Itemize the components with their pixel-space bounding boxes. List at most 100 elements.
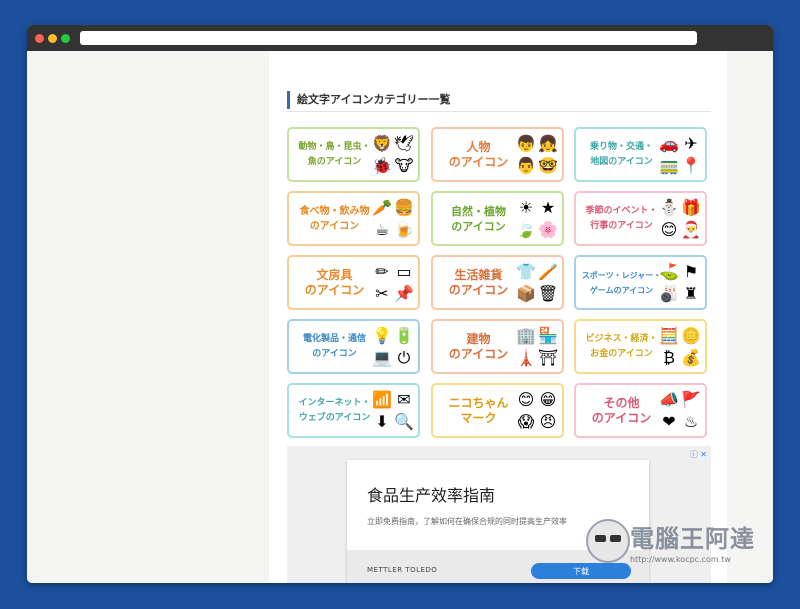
category-icon-group: 🥕 🍔 ☕ 🍺 [371,197,415,241]
category-label: 電化製品・通信 のアイコン [302,333,366,359]
pushpin-icon: 📌 [394,284,414,303]
money-bag-icon: 💰 [681,348,701,367]
snowman-icon: ⛄ [659,198,679,217]
category-card[interactable]: ニコちゃん マーク 😊 😁 😱 😠 [431,383,564,438]
title-bar [27,25,773,51]
maximize-window-button[interactable] [61,34,70,43]
angry-face-icon: 😠 [539,412,557,431]
leaf-icon: 🍃 [516,220,536,239]
calculator-icon: 🧮 [659,326,679,345]
glasses-man-icon: 🤓 [538,156,558,175]
address-bar[interactable] [80,31,697,45]
grin-icon: 😁 [539,390,557,409]
airplane-icon: ✈ [684,134,698,153]
category-card[interactable]: 電化製品・通信 のアイコン 💡 🔋 💻 ⏻ [287,319,420,374]
wifi-icon: 📶 [372,390,392,409]
flag-icon: ⚑ [683,262,699,281]
flower-icon: 🌸 [538,220,558,239]
category-label: 文房具 のアイコン [304,267,365,297]
category-card[interactable]: その他 のアイコン 📣 🚩 ❤ ♨ [574,383,707,438]
category-card[interactable]: 自然・植物 のアイコン ☀ ★ 🍃 🌸 [431,191,564,246]
sun-icon: ☀ [518,198,534,217]
trash-can-icon: 🗑 [537,284,559,303]
category-icon-group: ⛳ ⚑ 🎳 ♜ [658,261,702,305]
category-icon-group: 👦 👧 👨 🤓 [515,133,559,177]
category-icon-group: 🏢 🏪 🗼 ⛩ [515,325,559,369]
carrot-icon: 🥕 [372,198,392,217]
minimize-window-button[interactable] [48,34,57,43]
battery-icon: 🔋 [394,326,414,345]
ladybug-icon: 🐞 [372,156,392,175]
category-card[interactable]: 人物 のアイコン 👦 👧 👨 🤓 [431,127,564,182]
category-card[interactable]: ビジネス・経済・ お金のアイコン 🧮 🪙 ₿ 💰 [574,319,707,374]
gift-icon: 🎁 [681,198,701,217]
title-divider [287,111,711,112]
shocked-face-icon: 😱 [517,412,535,431]
category-label: 生活雑貨 のアイコン [448,267,509,297]
category-card[interactable]: インターネット・ ウェブのアイコン 📶 ✉ ⬇ 🔍 [287,383,420,438]
scissors-icon: ✂ [375,284,389,303]
watermark-url: http://www.kocpc.com.tw [630,555,731,564]
category-icon-group: 💡 🔋 💻 ⏻ [371,325,415,369]
beer-mug-icon: 🍺 [394,220,414,239]
man-face-icon: 👨 [516,156,536,175]
category-label: ニコちゃん マーク [448,395,509,425]
category-label: 乗り物・交通・ 地図のアイコン [589,141,653,167]
hanger-icon: 👕 [516,262,536,281]
category-icon-group: 🧮 🪙 ₿ 💰 [658,325,702,369]
torii-gate-icon: ⛩ [537,348,559,367]
ad-choices-icon[interactable]: ⓘ ✕ [690,449,707,460]
heart-icon: ❤ [662,412,676,431]
category-label: ビジネス・経済・ お金のアイコン [585,333,658,359]
magnifier-icon: 🔍 [394,412,414,431]
office-building-icon: 🏢 [516,326,536,345]
watermark: 電腦王阿達 http://www.kocpc.com.tw [580,515,785,575]
category-icon-group: ☀ ★ 🍃 🌸 [515,197,559,241]
gold-bar-icon: 🪙 [681,326,701,345]
category-card[interactable]: 季節のイベント・ 行事のアイコン ⛄ 🎁 😊 🎅 [574,191,707,246]
category-card[interactable]: 建物 のアイコン 🏢 🏪 🗼 ⛩ [431,319,564,374]
category-icon-group: 📣 🚩 ❤ ♨ [658,389,702,433]
category-card[interactable]: 文房具 のアイコン ✏ ▭ ✂ 📌 [287,255,420,310]
kid-face-icon: 😊 [660,220,678,239]
ad-description: 立即免费指南，了解如何在确保合规的同时提高生产效率 [367,517,567,526]
close-window-button[interactable] [35,34,44,43]
pennant-flag-icon: 🚩 [681,390,701,409]
mascot-logo-icon [586,519,630,563]
category-card[interactable]: 動物・鳥・昆虫・ 魚のアイコン 🦁 🕊 🐞 🐮 [287,127,420,182]
category-label: スポーツ・レジャー・ ゲームのアイコン [581,270,662,295]
shop-icon: 🏪 [538,326,558,345]
lightbulb-icon: 💡 [372,326,392,345]
category-icon-group: 🦁 🕊 🐞 🐮 [371,133,415,177]
lion-icon: 🦁 [372,134,392,153]
category-card[interactable]: 乗り物・交通・ 地図のアイコン 🚗 ✈ 🚃 📍 [574,127,707,182]
category-label: 人物 のアイコン [448,139,509,169]
watermark-text: 電腦王阿達 [630,525,755,553]
category-label: 自然・植物 のアイコン [451,204,506,233]
category-icon-group: 👕 🪥 📦 🗑 [515,261,559,305]
star-icon: ★ [540,198,556,217]
category-icon-group: ⛄ 🎁 😊 🎅 [658,197,702,241]
category-label: その他 のアイコン [591,395,652,425]
golf-club-icon: ⛳ [659,262,679,281]
category-label: 食べ物・飲み物 のアイコン [299,205,370,232]
car-icon: 🚗 [659,134,679,153]
santa-icon: 🎅 [681,220,701,239]
cow-icon: 🐮 [394,156,414,175]
megaphone-icon: 📣 [659,390,679,409]
pencil-icon: ✏ [375,262,389,281]
browser-window: 絵文字アイコンカテゴリー一覧 動物・鳥・昆虫・ 魚のアイコン 🦁 🕊 🐞 🐮 人物 のアイ… [27,25,773,583]
boy-face-icon: 👦 [516,134,536,153]
eraser-icon: ▭ [396,262,412,281]
category-card[interactable]: 生活雑貨 のアイコン 👕 🪥 📦 🗑 [431,255,564,310]
hamburger-icon: 🍔 [394,198,414,217]
category-card[interactable]: スポーツ・レジャー・ ゲームのアイコン ⛳ ⚑ 🎳 ♜ [574,255,707,310]
ad-title[interactable]: 食品生产效率指南 [367,482,495,506]
category-icon-group: 😊 😁 😱 😠 [515,389,559,433]
section-title: 絵文字アイコンカテゴリー一覧 [287,91,717,109]
laptop-icon: 💻 [372,348,392,367]
category-card[interactable]: 食べ物・飲み物 のアイコン 🥕 🍔 ☕ 🍺 [287,191,420,246]
smiley-icon: 😊 [517,390,535,409]
toothbrush-icon: 🪥 [538,262,558,281]
dove-icon: 🕊 [393,134,415,153]
